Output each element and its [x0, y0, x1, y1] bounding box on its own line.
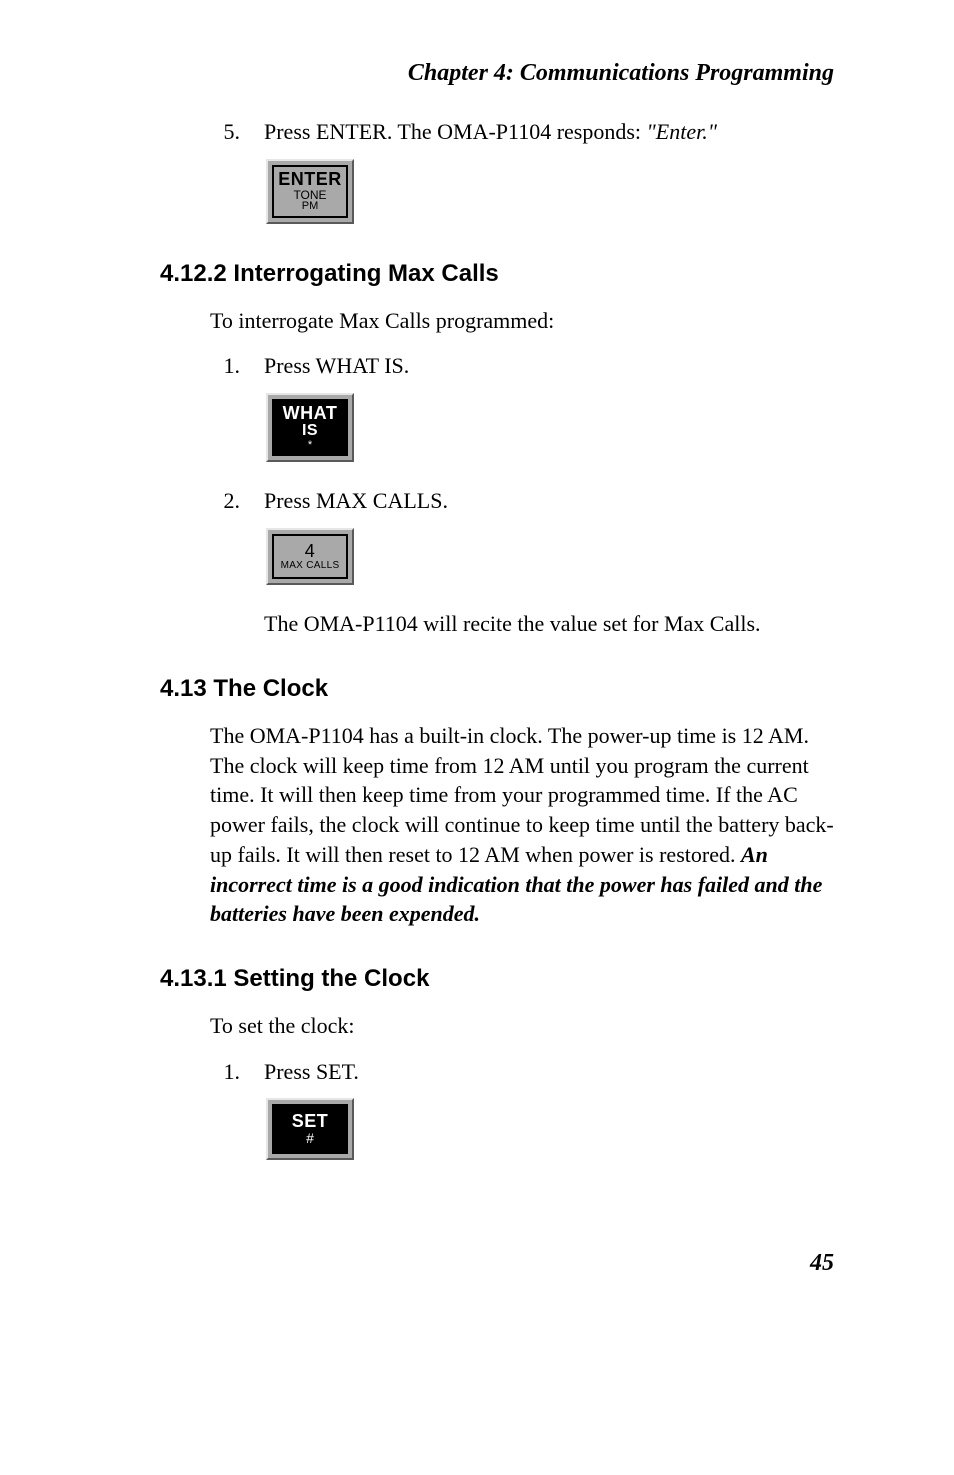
key-enter-line1: ENTER [278, 170, 342, 189]
page-number: 45 [160, 1250, 834, 1277]
key-whatis-line2: IS [302, 423, 318, 440]
key-whatis-line1: WHAT [283, 404, 338, 423]
key-enter-line3: PM [302, 201, 319, 213]
heading-4-13: 4.13 The Clock [160, 675, 834, 703]
step-5-text-plain: Press ENTER. The OMA-P1104 responds: [264, 119, 647, 144]
step-4-12-2-2-text: Press MAX CALLS. [264, 486, 448, 516]
step-4-12-2-1-num: 1. [210, 351, 240, 381]
step-4-12-2-2: 2. Press MAX CALLS. [210, 486, 834, 516]
step-4-12-2-1-text: Press WHAT IS. [264, 351, 409, 381]
step-5: 5. Press ENTER. The OMA-P1104 responds: … [210, 117, 834, 147]
key-whatis[interactable]: WHAT IS * [266, 393, 354, 462]
step-4-12-2-1: 1. Press WHAT IS. [210, 351, 834, 381]
key-maxcalls-line1: 4 [305, 542, 316, 561]
key-whatis-line3: * [308, 440, 312, 452]
key-maxcalls[interactable]: 4 MAX CALLS [266, 528, 354, 585]
para-4-13-body: The OMA-P1104 has a built-in clock. The … [210, 721, 834, 929]
step-5-text-italic: "Enter." [647, 119, 717, 144]
key-set-line1: SET [292, 1112, 329, 1131]
step-4-13-1-1-num: 1. [210, 1057, 240, 1087]
key-set-line2: # [306, 1131, 314, 1146]
step-4-12-2-2-after: The OMA-P1104 will recite the value set … [210, 609, 834, 639]
key-maxcalls-line2: MAX CALLS [281, 561, 340, 572]
para-4-13-1-intro: To set the clock: [210, 1011, 834, 1041]
chapter-header: Chapter 4: Communications Programming [160, 60, 834, 87]
step-4-13-1-1-text: Press SET. [264, 1057, 359, 1087]
key-set-wrap: SET # [266, 1098, 834, 1160]
heading-4-12-2: 4.12.2 Interrogating Max Calls [160, 260, 834, 288]
step-4-12-2-2-after-text: The OMA-P1104 will recite the value set … [264, 609, 761, 639]
heading-4-13-1: 4.13.1 Setting the Clock [160, 965, 834, 993]
step-4-12-2-2-after-spacer [210, 609, 240, 639]
para-interrogate-intro: To interrogate Max Calls programmed: [210, 306, 834, 336]
key-enter[interactable]: ENTER TONE PM [266, 159, 354, 224]
key-enter-wrap: ENTER TONE PM [266, 159, 834, 224]
key-set[interactable]: SET # [266, 1098, 354, 1160]
step-5-text: Press ENTER. The OMA-P1104 responds: "En… [264, 117, 717, 147]
key-maxcalls-wrap: 4 MAX CALLS [266, 528, 834, 585]
step-4-13-1-1: 1. Press SET. [210, 1057, 834, 1087]
key-whatis-wrap: WHAT IS * [266, 393, 834, 462]
step-4-12-2-2-num: 2. [210, 486, 240, 516]
step-5-num: 5. [210, 117, 240, 147]
